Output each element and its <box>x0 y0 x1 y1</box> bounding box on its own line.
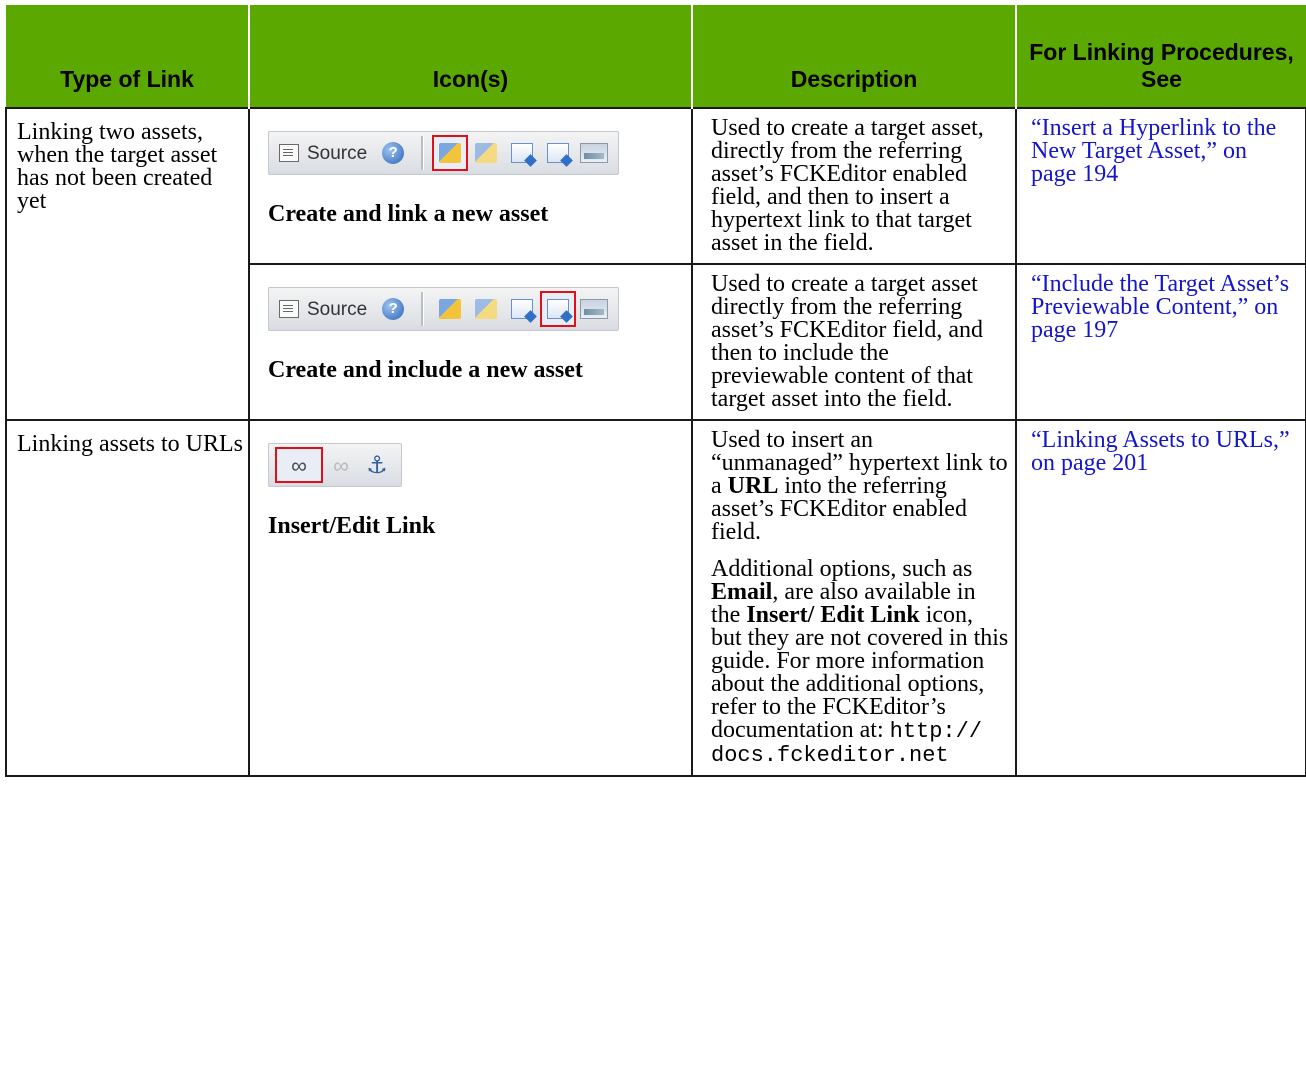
image-asset-button[interactable] <box>578 293 610 325</box>
edit-link-asset-button[interactable] <box>470 137 502 169</box>
help-button[interactable]: ? <box>377 137 409 169</box>
icon-caption: Insert/Edit Link <box>268 513 436 539</box>
header-type-of-link: Type of Link <box>6 5 249 108</box>
insert-edit-link-button[interactable]: ∞ <box>275 447 323 483</box>
unlink-button[interactable]: ∞ <box>325 449 357 481</box>
anchor-icon: ⚓ <box>366 451 388 479</box>
description-cell: Used to insert an “unmanaged” hypertext … <box>691 419 1017 777</box>
create-include-asset-button[interactable] <box>506 293 538 325</box>
edit-link-asset-icon <box>475 143 498 163</box>
create-include-asset-icon <box>511 299 534 319</box>
include-asset-icon <box>547 143 570 163</box>
toolbar-separator <box>421 292 425 326</box>
create-link-asset-button[interactable] <box>434 293 466 325</box>
create-link-asset-icon <box>439 143 462 163</box>
header-row: Type of Link Icon(s) Description For Lin… <box>6 5 1306 108</box>
edit-link-asset-icon <box>475 299 498 319</box>
type-of-link-cell: Linking two assets, when the target asse… <box>5 107 250 421</box>
table-row: Linking assets to URLs ∞ ∞ ⚓ Insert/Edit… <box>5 419 1306 777</box>
create-link-asset-button[interactable] <box>432 135 469 171</box>
description-paragraph: Used to insert an “unmanaged” hypertext … <box>711 428 1009 544</box>
description-cell: Used to create a target asset directly f… <box>691 263 1017 421</box>
editor-toolbar: Source ? <box>268 131 620 175</box>
source-label: Source <box>307 142 368 164</box>
create-include-asset-icon <box>511 143 534 163</box>
description-paragraph: Additional options, such as Email, are a… <box>711 557 1009 767</box>
create-link-asset-icon <box>439 299 462 319</box>
include-asset-button[interactable] <box>542 137 574 169</box>
help-button[interactable]: ? <box>377 293 409 325</box>
link-icon: ∞ <box>291 452 307 478</box>
description-cell: Used to create a target asset, directly … <box>691 107 1017 265</box>
source-label: Source <box>307 298 368 320</box>
source-icon <box>279 300 299 318</box>
header-procedures: For Linking Procedures, See <box>1015 5 1306 108</box>
table-row: Linking two assets, when the target asse… <box>5 107 1306 421</box>
edit-link-asset-button[interactable] <box>470 293 502 325</box>
header-icons: Icon(s) <box>248 5 692 108</box>
image-asset-button[interactable] <box>578 137 610 169</box>
editor-toolbar: Source ? <box>268 287 620 331</box>
source-button[interactable]: Source <box>277 137 373 169</box>
toolbar-separator <box>421 136 425 170</box>
procedure-link[interactable]: “Linking Assets to URLs,” on page 201 <box>1015 419 1306 777</box>
include-asset-icon <box>547 299 570 319</box>
include-asset-button[interactable] <box>540 291 577 327</box>
procedure-link[interactable]: “Include the Target Asset’s Previewable … <box>1015 263 1306 421</box>
linking-table: Type of Link Icon(s) Description For Lin… <box>5 5 1306 777</box>
anchor-button[interactable]: ⚓ <box>361 449 393 481</box>
procedure-link[interactable]: “Insert a Hyperlink to the New Target As… <box>1015 107 1306 265</box>
header-description: Description <box>691 5 1016 108</box>
icons-cell: Source ? <box>248 107 693 265</box>
icons-cell: Source ? <box>248 263 693 421</box>
image-asset-icon <box>580 299 609 319</box>
source-button[interactable]: Source <box>277 293 373 325</box>
type-of-link-cell: Linking assets to URLs <box>5 419 250 777</box>
source-icon <box>279 144 299 162</box>
icon-caption: Create and include a new asset <box>268 357 583 383</box>
create-include-asset-button[interactable] <box>506 137 538 169</box>
icons-cell: ∞ ∞ ⚓ Insert/Edit Link <box>248 419 693 777</box>
image-asset-icon <box>580 143 609 163</box>
unlink-icon: ∞ <box>333 452 349 478</box>
icon-caption: Create and link a new asset <box>268 201 549 227</box>
help-icon: ? <box>382 142 405 164</box>
link-toolbar: ∞ ∞ ⚓ <box>268 443 402 487</box>
help-icon: ? <box>382 298 405 320</box>
